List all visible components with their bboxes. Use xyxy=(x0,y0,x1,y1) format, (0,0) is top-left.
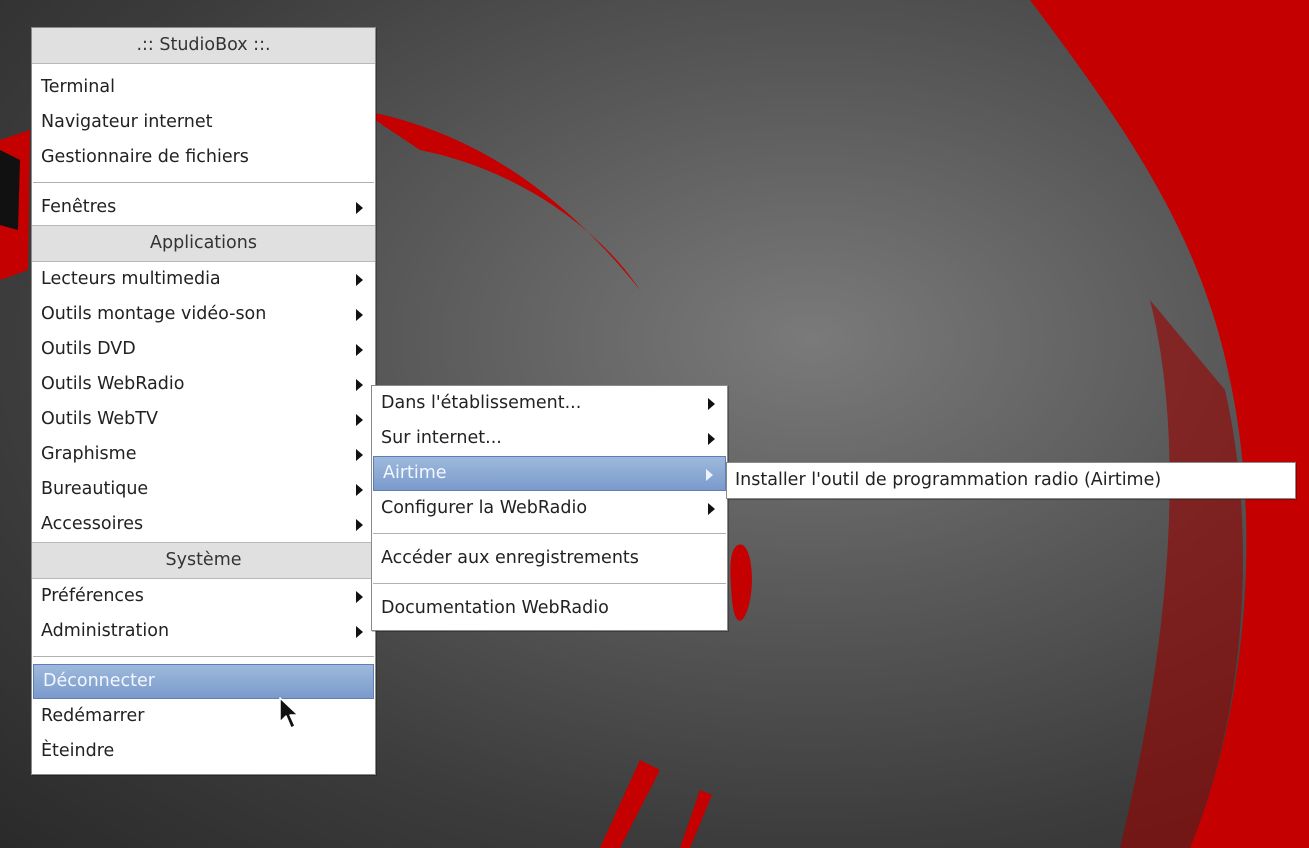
menu-item-webradio-tools[interactable]: Outils WebRadio xyxy=(32,367,375,402)
menu-item-configure-webradio[interactable]: Configurer la WebRadio xyxy=(372,491,727,526)
menu-separator xyxy=(33,656,374,657)
menu-item-file-manager[interactable]: Gestionnaire de fichiers xyxy=(32,140,375,175)
submenu-arrow-icon xyxy=(708,398,715,410)
menu-item-label: Fenêtres xyxy=(41,197,117,217)
menu-item-preferences[interactable]: Préférences xyxy=(32,579,375,614)
submenu-arrow-icon xyxy=(356,414,363,426)
airtime-submenu: Installer l'outil de programmation radio… xyxy=(726,462,1296,499)
submenu-arrow-icon xyxy=(356,449,363,461)
section-header-system: Système xyxy=(32,542,375,579)
menu-item-label: Configurer la WebRadio xyxy=(381,498,588,518)
submenu-arrow-icon xyxy=(708,433,715,445)
submenu-arrow-icon xyxy=(706,469,713,481)
wallpaper-swirl-left-dark xyxy=(0,150,20,230)
mouse-pointer-icon xyxy=(279,697,299,729)
wallpaper-streak-2 xyxy=(680,790,712,848)
menu-item-shutdown[interactable]: Èteindre xyxy=(32,734,375,769)
submenu-arrow-icon xyxy=(708,503,715,515)
menu-title: .:: StudioBox ::. xyxy=(32,28,375,64)
webradio-submenu: Dans l'établissement... Sur internet... … xyxy=(371,385,728,631)
menu-item-label: Outils WebRadio xyxy=(41,374,185,394)
menu-item-label: Dans l'établissement... xyxy=(381,393,582,413)
submenu-arrow-icon xyxy=(356,484,363,496)
submenu-arrow-icon xyxy=(356,379,363,391)
menu-item-label: Bureautique xyxy=(41,479,149,499)
menu-item-label: Administration xyxy=(41,621,170,641)
menu-item-label: Outils DVD xyxy=(41,339,136,359)
menu-item-webradio-docs[interactable]: Documentation WebRadio xyxy=(372,591,727,626)
submenu-arrow-icon xyxy=(356,202,363,214)
submenu-arrow-icon xyxy=(356,591,363,603)
menu-item-browser[interactable]: Navigateur internet xyxy=(32,105,375,140)
menu-item-label: Lecteurs multimedia xyxy=(41,269,221,289)
menu-item-windows[interactable]: Fenêtres xyxy=(32,190,375,225)
menu-item-media-players[interactable]: Lecteurs multimedia xyxy=(32,262,375,297)
menu-item-label: Sur internet... xyxy=(381,428,502,448)
menu-separator xyxy=(373,583,726,584)
main-menu: .:: StudioBox ::. Terminal Navigateur in… xyxy=(31,27,376,775)
menu-item-webtv-tools[interactable]: Outils WebTV xyxy=(32,402,375,437)
wallpaper-swirl-top xyxy=(360,110,640,290)
menu-item-on-internet[interactable]: Sur internet... xyxy=(372,421,727,456)
menu-item-graphics[interactable]: Graphisme xyxy=(32,437,375,472)
menu-item-reboot[interactable]: Redémarrer xyxy=(32,699,375,734)
wallpaper-blob xyxy=(730,544,752,621)
menu-item-label: Airtime xyxy=(383,463,447,483)
submenu-arrow-icon xyxy=(356,309,363,321)
submenu-arrow-icon xyxy=(356,344,363,356)
menu-item-office[interactable]: Bureautique xyxy=(32,472,375,507)
menu-separator xyxy=(373,533,726,534)
menu-item-logout[interactable]: Déconnecter xyxy=(33,664,374,699)
menu-item-terminal[interactable]: Terminal xyxy=(32,70,375,105)
menu-item-accessories[interactable]: Accessoires xyxy=(32,507,375,542)
menu-item-administration[interactable]: Administration xyxy=(32,614,375,649)
section-header-applications: Applications xyxy=(32,225,375,262)
menu-item-recordings[interactable]: Accéder aux enregistrements xyxy=(372,541,727,576)
menu-item-label: Outils montage vidéo-son xyxy=(41,304,267,324)
submenu-arrow-icon xyxy=(356,519,363,531)
wallpaper-streak-1 xyxy=(600,760,660,848)
menu-item-install-airtime[interactable]: Installer l'outil de programmation radio… xyxy=(727,463,1295,498)
submenu-arrow-icon xyxy=(356,274,363,286)
menu-item-airtime[interactable]: Airtime xyxy=(373,456,726,491)
menu-item-label: Accessoires xyxy=(41,514,144,534)
menu-separator xyxy=(33,182,374,183)
menu-item-dvd-tools[interactable]: Outils DVD xyxy=(32,332,375,367)
menu-item-label: Graphisme xyxy=(41,444,137,464)
menu-item-label: Outils WebTV xyxy=(41,409,158,429)
menu-item-video-audio-editing[interactable]: Outils montage vidéo-son xyxy=(32,297,375,332)
menu-item-label: Préférences xyxy=(41,586,144,606)
menu-item-in-school[interactable]: Dans l'établissement... xyxy=(372,386,727,421)
submenu-arrow-icon xyxy=(356,626,363,638)
